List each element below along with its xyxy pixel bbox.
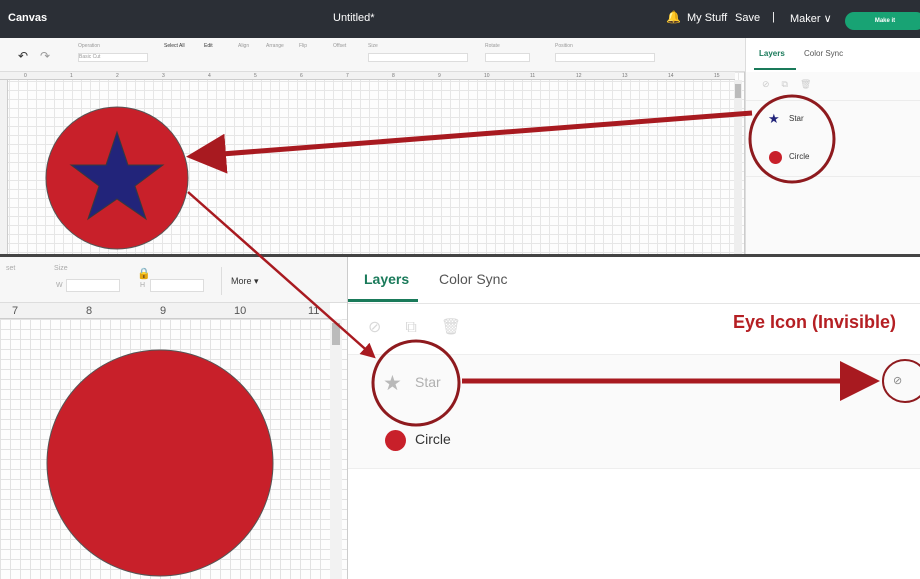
- arrow-shape-to-star-layer: [187, 191, 376, 359]
- eye-callout-circle: [882, 359, 920, 403]
- star-callout-circle: [371, 339, 461, 427]
- red-circle-shape-zoomed[interactable]: [46, 349, 274, 577]
- arrow-layers-to-shape: [186, 110, 753, 174]
- screenshot-root: Canvas Untitled* 🔔 My Stuff Save | Maker…: [0, 0, 920, 579]
- layers-callout-circle: [748, 94, 836, 184]
- annotation-overlay: [45, 94, 920, 577]
